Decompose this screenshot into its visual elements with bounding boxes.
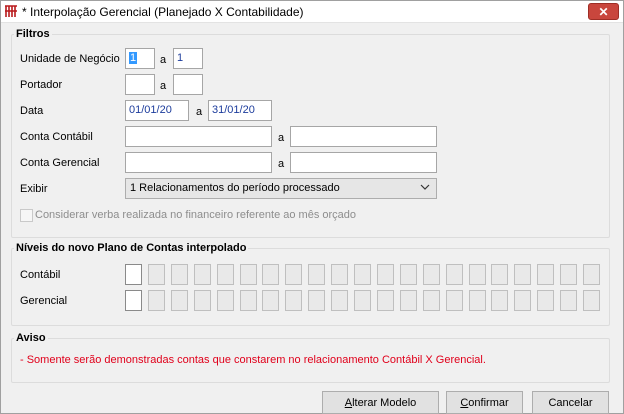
conta-gerencial-sep: a (278, 158, 285, 170)
cancelar-button[interactable]: Cancelar (532, 391, 609, 414)
gerencial-level-cell (285, 290, 303, 311)
data-sep: a (196, 106, 203, 118)
contabil-label: Contábil (20, 269, 61, 281)
gerencial-level-cell (147, 290, 165, 311)
aviso-legend: Aviso (16, 332, 46, 344)
gerencial-level-cell (193, 290, 211, 311)
portador-from-input[interactable] (125, 74, 155, 95)
gerencial-level-cell (399, 290, 417, 311)
gerencial-level-cell (468, 290, 486, 311)
contabil-level-cell (285, 264, 303, 285)
contabil-level-cell (354, 264, 371, 285)
alterar-modelo-button[interactable]: Alterar Modelo (322, 391, 439, 414)
gerencial-level-cell (491, 290, 509, 311)
contabil-level-cell (491, 264, 509, 285)
niveis-legend: Níveis do novo Plano de Contas interpola… (16, 242, 247, 254)
gerencial-label: Gerencial (20, 295, 68, 307)
contabil-level-cell (193, 264, 211, 285)
alterar-modelo-label: lterar Modelo (352, 396, 417, 409)
gerencial-level-cell (170, 290, 188, 311)
close-button[interactable]: ✕ (588, 3, 619, 20)
unidade-label: Unidade de Negócio (20, 53, 120, 65)
portador-label: Portador (20, 79, 63, 91)
gerencial-level-cell (422, 290, 440, 311)
unidade-to-input[interactable]: 1 (173, 48, 203, 69)
unidade-from-input[interactable]: 1 (125, 48, 155, 69)
filtros-legend: Filtros (16, 28, 50, 40)
app-logo-icon (4, 4, 18, 18)
contabil-level-cell (445, 264, 463, 285)
gerencial-level-cell (239, 290, 257, 311)
gerencial-level-cell (331, 290, 349, 311)
gerencial-level-cell (262, 290, 280, 311)
conta-gerencial-label: Conta Gerencial (20, 157, 100, 169)
exibir-value: 1 Relacionamentos do período processado (130, 182, 340, 194)
contabil-level-cell (376, 264, 394, 285)
gerencial-level-cell (216, 290, 234, 311)
conta-contabil-sep: a (278, 132, 285, 144)
close-icon: ✕ (598, 4, 609, 19)
contabil-level-cell (170, 264, 188, 285)
aviso-message: - Somente serão demonstradas contas que … (20, 354, 486, 366)
contabil-level-cell (399, 264, 417, 285)
data-label: Data (20, 105, 44, 117)
contabil-level-cell (514, 264, 532, 285)
unidade-sep: a (160, 54, 167, 66)
conta-gerencial-from-input[interactable] (125, 152, 272, 173)
contabil-level-cell (147, 264, 165, 285)
gerencial-level-cell (560, 290, 578, 311)
gerencial-level-cell (537, 290, 555, 311)
conta-gerencial-to-input[interactable] (290, 152, 437, 173)
window-title: * Interpolação Gerencial (Planejado X Co… (22, 5, 304, 19)
exibir-select[interactable]: 1 Relacionamentos do período processado (125, 178, 437, 199)
contabil-level-cell (468, 264, 486, 285)
considerar-label: Considerar verba realizada no financeiro… (35, 209, 357, 221)
data-from-input[interactable]: 01/01/20 (125, 100, 189, 121)
portador-to-input[interactable] (173, 74, 203, 95)
title-bar[interactable]: * Interpolação Gerencial (Planejado X Co… (1, 1, 623, 23)
portador-sep: a (160, 80, 167, 92)
contabil-level-cell (239, 264, 257, 285)
exibir-label: Exibir (20, 183, 48, 195)
conta-contabil-from-input[interactable] (125, 126, 272, 147)
gerencial-level-cell (376, 290, 394, 311)
contabil-level-cell (216, 264, 234, 285)
contabil-level-cell (537, 264, 555, 285)
conta-contabil-to-input[interactable] (290, 126, 437, 147)
contabil-level-cell[interactable] (125, 264, 142, 285)
contabil-level-cell (583, 264, 600, 285)
contabil-level-cell (422, 264, 440, 285)
considerar-checkbox[interactable] (20, 209, 33, 222)
gerencial-level-cell (354, 290, 371, 311)
alterar-modelo-mnemonic: A (344, 396, 353, 409)
contabil-level-cell (560, 264, 578, 285)
gerencial-level-cell[interactable] (125, 290, 142, 311)
confirmar-mnemonic: C (460, 396, 469, 409)
chevron-down-icon (420, 184, 430, 190)
dialog-window: * Interpolação Gerencial (Planejado X Co… (0, 0, 624, 414)
data-to-input[interactable]: 31/01/20 (208, 100, 272, 121)
confirmar-button[interactable]: Confirmar (446, 391, 523, 414)
conta-contabil-label: Conta Contábil (20, 131, 93, 143)
contabil-level-cell (331, 264, 349, 285)
contabil-level-cell (308, 264, 326, 285)
gerencial-level-cell (308, 290, 326, 311)
gerencial-level-cell (445, 290, 463, 311)
gerencial-level-cell (514, 290, 532, 311)
cancelar-label: Cancelar (548, 396, 593, 409)
contabil-level-cell (262, 264, 280, 285)
gerencial-level-cell (583, 290, 600, 311)
confirmar-label: onfirmar (468, 396, 509, 409)
